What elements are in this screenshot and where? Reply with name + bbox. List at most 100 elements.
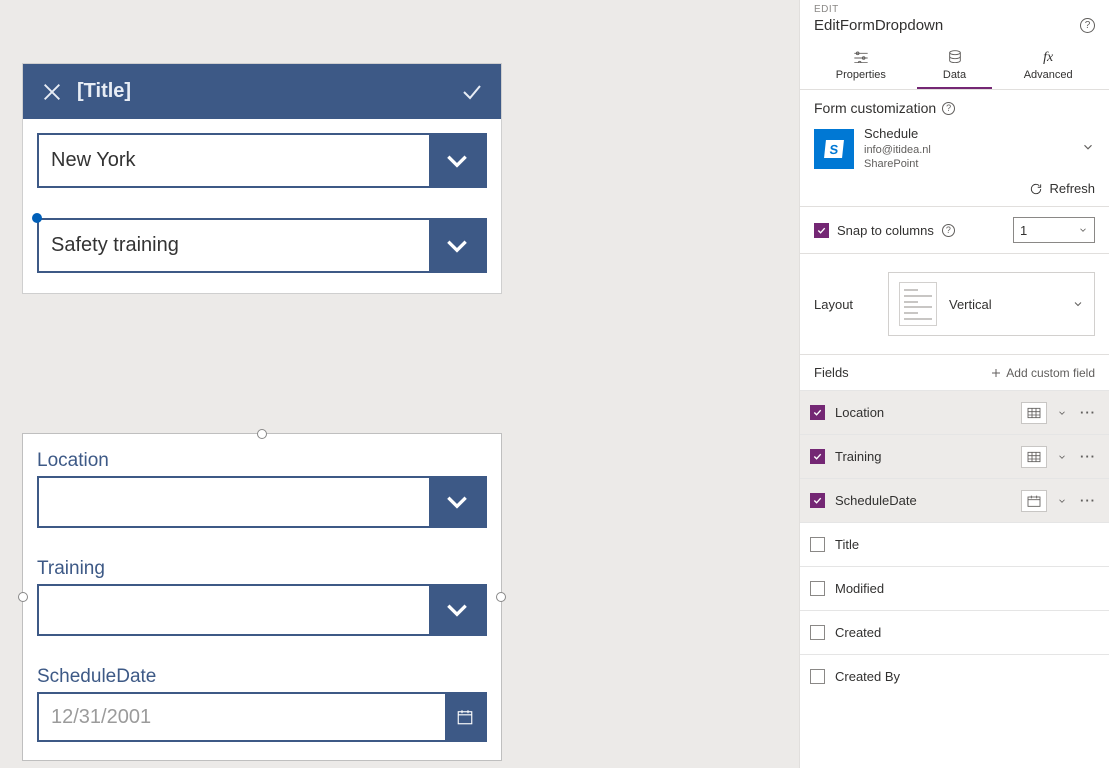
tab-advanced[interactable]: fx Advanced — [1001, 44, 1095, 89]
training-label: Training — [37, 558, 487, 580]
tab-label: Properties — [836, 69, 886, 81]
field-name: Location — [835, 405, 1011, 420]
layout-value: Vertical — [949, 297, 1060, 312]
dropdown-value: New York — [39, 135, 429, 186]
accept-icon[interactable] — [457, 77, 487, 107]
tab-properties[interactable]: Properties — [814, 44, 908, 89]
custom-dropdown-group: New York Safety training — [23, 119, 501, 293]
tab-data[interactable]: Data — [908, 44, 1002, 89]
field-type-icon[interactable] — [1021, 446, 1047, 468]
sharepoint-icon: S — [814, 129, 854, 169]
section-title: Form customization — [814, 100, 936, 116]
field-row[interactable]: ScheduleDate ··· — [800, 478, 1109, 522]
form-header: [Title] — [23, 64, 501, 119]
close-icon[interactable] — [37, 77, 67, 107]
dropdown-value — [39, 586, 429, 634]
resize-handle-left[interactable] — [18, 592, 28, 602]
layout-row: Layout Vertical — [800, 254, 1109, 354]
field-more-button[interactable]: ··· — [1077, 449, 1099, 464]
form-body: Location Training ScheduleDate 12/31/200… — [23, 434, 501, 760]
chevron-down-icon[interactable] — [1057, 496, 1067, 506]
data-source-row[interactable]: S Schedule info@itidea.nl SharePoint — [814, 126, 1095, 171]
field-checkbox[interactable] — [810, 625, 825, 640]
field-checkbox[interactable] — [810, 581, 825, 596]
phone-screen: [Title] New York Safety training — [22, 63, 502, 294]
field-checkbox[interactable] — [810, 405, 825, 420]
data-source-name: Schedule — [864, 126, 1071, 143]
dropdown-value — [39, 478, 429, 526]
fx-icon: fx — [1040, 50, 1056, 64]
chevron-down-icon — [1072, 298, 1084, 310]
chevron-down-icon[interactable] — [1057, 408, 1067, 418]
panel-tabs: Properties Data fx Advanced — [814, 44, 1095, 89]
chevron-down-icon — [1078, 225, 1088, 235]
database-icon — [947, 50, 963, 64]
scheduledate-input[interactable]: 12/31/2001 — [37, 692, 487, 742]
add-field-label: Add custom field — [1006, 366, 1095, 380]
properties-panel: EDIT EditFormDropdown ? Properties — [799, 0, 1109, 768]
tab-label: Data — [943, 69, 966, 81]
chevron-down-icon[interactable] — [1057, 452, 1067, 462]
refresh-label: Refresh — [1049, 181, 1095, 196]
field-checkbox[interactable] — [810, 493, 825, 508]
help-icon[interactable]: ? — [1080, 18, 1095, 33]
resize-handle-right[interactable] — [496, 592, 506, 602]
design-canvas: [Title] New York Safety training — [0, 0, 800, 768]
field-row[interactable]: Created — [800, 610, 1109, 654]
data-source-connector: SharePoint — [864, 157, 1071, 171]
field-row[interactable]: Modified — [800, 566, 1109, 610]
data-source-meta: Schedule info@itidea.nl SharePoint — [864, 126, 1071, 171]
field-row[interactable]: Training ··· — [800, 434, 1109, 478]
selection-indicator-icon — [32, 213, 42, 223]
control-name: EditFormDropdown — [814, 17, 943, 34]
panel-header: EDIT EditFormDropdown ? Properties — [800, 0, 1109, 89]
calendar-icon[interactable] — [445, 694, 485, 740]
chevron-down-icon[interactable] — [429, 478, 485, 526]
field-name: Created — [835, 625, 1099, 640]
add-custom-field-button[interactable]: Add custom field — [990, 366, 1095, 380]
layout-label: Layout — [814, 297, 874, 312]
field-name: Training — [835, 449, 1011, 464]
chevron-down-icon[interactable] — [429, 220, 485, 271]
edit-form-selected[interactable]: Location Training ScheduleDate 12/31/200… — [22, 433, 502, 761]
help-icon[interactable]: ? — [942, 102, 955, 115]
layout-select[interactable]: Vertical — [888, 272, 1095, 336]
help-icon[interactable]: ? — [942, 224, 955, 237]
training-dropdown[interactable] — [37, 584, 487, 636]
field-row[interactable]: Created By — [800, 654, 1109, 698]
snap-columns-select[interactable]: 1 — [1013, 217, 1095, 243]
field-more-button[interactable]: ··· — [1077, 493, 1099, 508]
refresh-button[interactable]: Refresh — [814, 181, 1095, 196]
date-placeholder: 12/31/2001 — [39, 694, 445, 740]
field-name: Created By — [835, 669, 1099, 684]
field-checkbox[interactable] — [810, 669, 825, 684]
field-type-icon[interactable] — [1021, 402, 1047, 424]
chevron-down-icon[interactable] — [1081, 140, 1095, 157]
panel-mode-label: EDIT — [814, 4, 1095, 15]
refresh-icon — [1029, 182, 1043, 196]
field-name: Modified — [835, 581, 1099, 596]
chevron-down-icon[interactable] — [429, 135, 485, 186]
dropdown-value: Safety training — [39, 220, 429, 271]
location-dropdown[interactable] — [37, 476, 487, 528]
tab-label: Advanced — [1024, 69, 1073, 81]
form-title: [Title] — [77, 80, 457, 103]
field-row[interactable]: Title — [800, 522, 1109, 566]
location-label: Location — [37, 450, 487, 472]
snap-value: 1 — [1020, 223, 1027, 238]
location-value-dropdown[interactable]: New York — [37, 133, 487, 188]
data-source-account: info@itidea.nl — [864, 143, 1071, 157]
field-checkbox[interactable] — [810, 537, 825, 552]
resize-handle-top[interactable] — [257, 429, 267, 439]
field-type-icon[interactable] — [1021, 490, 1047, 512]
fields-list: Location ··· Training ··· ScheduleDate ··· Tit… — [800, 390, 1109, 698]
field-more-button[interactable]: ··· — [1077, 405, 1099, 420]
field-name: ScheduleDate — [835, 493, 1011, 508]
field-row[interactable]: Location ··· — [800, 390, 1109, 434]
chevron-down-icon[interactable] — [429, 586, 485, 634]
form-customization-section: Form customization ? S Schedule info@iti… — [800, 89, 1109, 206]
snap-to-columns-row: Snap to columns ? 1 — [800, 206, 1109, 254]
snap-checkbox[interactable] — [814, 223, 829, 238]
field-checkbox[interactable] — [810, 449, 825, 464]
training-value-dropdown[interactable]: Safety training — [37, 218, 487, 273]
